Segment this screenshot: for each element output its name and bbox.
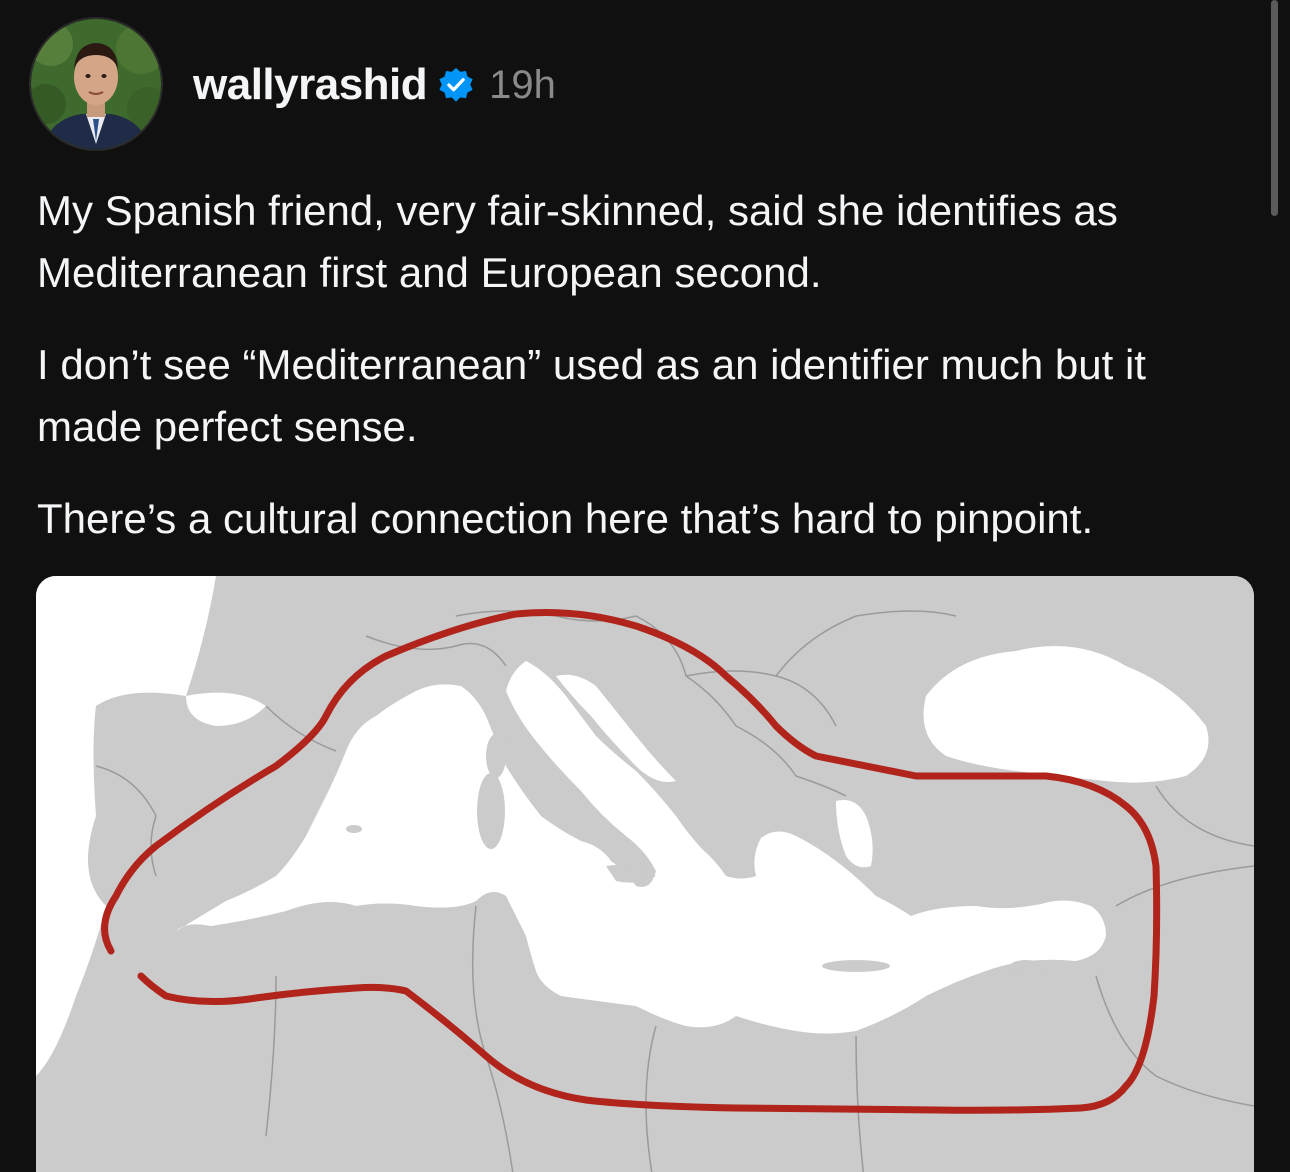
scrollbar[interactable]	[1271, 0, 1278, 216]
post-image[interactable]	[36, 576, 1254, 1172]
post-paragraph: My Spanish friend, very fair-skinned, sa…	[37, 187, 1118, 296]
mediterranean-map-image	[36, 576, 1254, 1172]
post-timestamp: 19h	[489, 62, 556, 107]
post-paragraph: I don’t see “Mediterranean” used as an i…	[37, 341, 1146, 450]
post-view: wallyrashid 19h My Spanish friend, very …	[0, 0, 1290, 1172]
avatar[interactable]	[31, 19, 161, 149]
verified-badge-icon	[439, 67, 473, 102]
post-header: wallyrashid 19h	[193, 58, 556, 112]
post-paragraph: There’s a cultural connection here that’…	[37, 495, 1094, 542]
post-body: My Spanish friend, very fair-skinned, sa…	[37, 180, 1252, 580]
profile-photo-icon	[31, 19, 161, 149]
username[interactable]: wallyrashid	[193, 60, 428, 110]
